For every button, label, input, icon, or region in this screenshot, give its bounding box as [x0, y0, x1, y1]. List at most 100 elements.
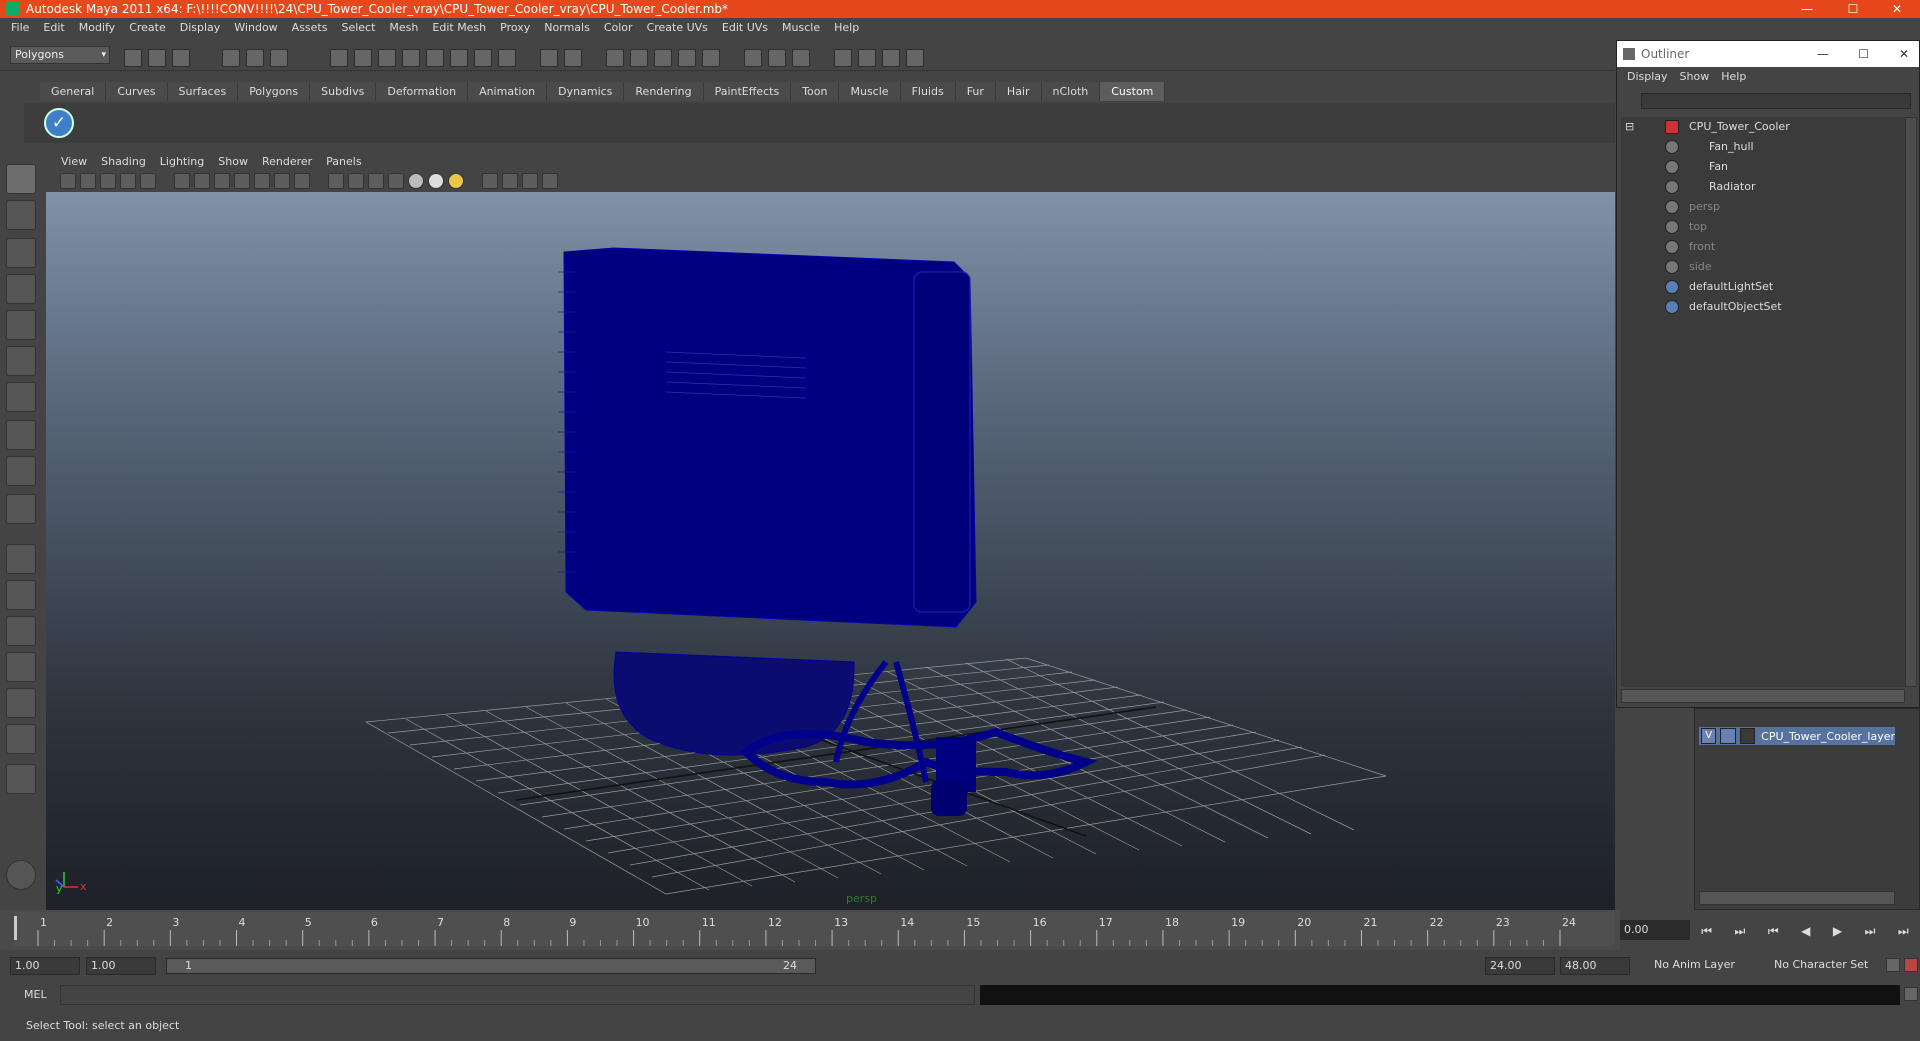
four-view-layout-icon[interactable]: [6, 580, 36, 610]
command-input[interactable]: [60, 985, 975, 1005]
paint-select-tool-icon[interactable]: [6, 238, 36, 268]
new-scene-icon[interactable]: [124, 49, 142, 67]
anim-layer-selector[interactable]: No Anim Layer: [1650, 957, 1760, 975]
play-forwards-button[interactable]: ▶: [1833, 924, 1842, 938]
close-button[interactable]: ✕: [1874, 0, 1920, 18]
xray-icon[interactable]: [274, 173, 290, 189]
camera-attributes-icon[interactable]: [80, 173, 96, 189]
preferences-icon[interactable]: [1904, 958, 1918, 972]
outliner-item[interactable]: Fan: [1665, 157, 1885, 177]
collapse-toggle-icon[interactable]: ⊟: [1625, 117, 1634, 137]
current-time-marker[interactable]: [14, 916, 17, 940]
select-misc-icon[interactable]: [498, 49, 516, 67]
menu-muscle[interactable]: Muscle: [775, 21, 827, 34]
select-object-icon[interactable]: [246, 49, 264, 67]
share-icon[interactable]: [542, 173, 558, 189]
textured-icon[interactable]: [294, 173, 310, 189]
range-slider[interactable]: 1 24: [166, 958, 816, 974]
menu-select[interactable]: Select: [334, 21, 382, 34]
command-language-label[interactable]: MEL: [24, 988, 47, 1001]
end-time-field[interactable]: 48.00: [1560, 957, 1630, 975]
outliner-vertical-scrollbar[interactable]: [1905, 117, 1917, 687]
more-layouts-icon[interactable]: [6, 764, 36, 794]
show-manipulator-icon[interactable]: [6, 456, 36, 486]
lasso-tool-icon[interactable]: [6, 200, 36, 230]
viewport-menu-show[interactable]: Show: [211, 155, 255, 168]
shelf-tab-fluids[interactable]: Fluids: [900, 82, 956, 101]
selected-lights-icon[interactable]: [448, 173, 464, 189]
shelf-tab-rendering[interactable]: Rendering: [624, 82, 704, 101]
outliner-minimize-button[interactable]: —: [1817, 41, 1829, 67]
make-live-icon[interactable]: [702, 49, 720, 67]
snap-curve-icon[interactable]: [630, 49, 648, 67]
default-light-icon[interactable]: [408, 173, 424, 189]
outliner-item[interactable]: top: [1665, 217, 1885, 237]
script-editor-icon[interactable]: [1904, 987, 1918, 1001]
key-icon[interactable]: [1886, 958, 1900, 972]
layer-scrollbar[interactable]: [1699, 891, 1895, 905]
outliner-item[interactable]: Radiator: [1665, 177, 1885, 197]
outliner-item[interactable]: persp: [1665, 197, 1885, 217]
current-time-field[interactable]: 0.00: [1620, 920, 1690, 940]
viewport-menu-shading[interactable]: Shading: [94, 155, 153, 168]
last-tool-icon[interactable]: [6, 494, 36, 524]
rotate-tool-icon[interactable]: [6, 310, 36, 340]
open-scene-icon[interactable]: [148, 49, 166, 67]
layer-type-toggle[interactable]: [1720, 728, 1736, 744]
save-scene-icon[interactable]: [172, 49, 190, 67]
outliner-menu-show[interactable]: Show: [1674, 70, 1716, 83]
render-view-icon[interactable]: [834, 49, 852, 67]
minimize-button[interactable]: —: [1784, 0, 1830, 18]
shelf-tab-toon[interactable]: Toon: [791, 82, 840, 101]
menu-mesh[interactable]: Mesh: [382, 21, 425, 34]
render-settings-icon[interactable]: [906, 49, 924, 67]
step-back-frame-button[interactable]: ⏮: [1768, 924, 1779, 939]
step-back-key-button[interactable]: ⏭: [1735, 924, 1746, 939]
select-tool-icon[interactable]: [6, 164, 36, 194]
shelf-tab-fur[interactable]: Fur: [955, 82, 996, 101]
snap-grid-icon[interactable]: [606, 49, 624, 67]
ipr-render-icon[interactable]: [882, 49, 900, 67]
layer-color-swatch[interactable]: [1739, 728, 1756, 744]
persp-graph-layout-icon[interactable]: [6, 652, 36, 682]
shelf-tab-ncloth[interactable]: nCloth: [1041, 82, 1101, 101]
move-tool-icon[interactable]: [6, 274, 36, 304]
paint-effects-icon[interactable]: [6, 860, 36, 890]
history-icon[interactable]: [744, 49, 762, 67]
step-forward-key-button[interactable]: ⏭: [1865, 924, 1876, 939]
outliner-menu-display[interactable]: Display: [1621, 70, 1674, 83]
select-handle-icon[interactable]: [330, 49, 348, 67]
bookmarks-icon[interactable]: [100, 173, 116, 189]
outliner-horizontal-scrollbar[interactable]: [1621, 689, 1905, 703]
film-gate-icon[interactable]: [522, 173, 538, 189]
viewport-menu-view[interactable]: View: [54, 155, 94, 168]
bounding-box-icon[interactable]: [234, 173, 250, 189]
select-surface-icon[interactable]: [402, 49, 420, 67]
playback-end-field[interactable]: 24.00: [1485, 957, 1555, 975]
menu-file[interactable]: File: [4, 21, 36, 34]
cpu-tower-cooler-model[interactable]: [558, 247, 1098, 816]
menu-window[interactable]: Window: [227, 21, 284, 34]
flat-shade-icon[interactable]: [214, 173, 230, 189]
shelf-tab-painteffects[interactable]: PaintEffects: [703, 82, 792, 101]
menu-modify[interactable]: Modify: [72, 21, 122, 34]
shelf-tab-hair[interactable]: Hair: [995, 82, 1042, 101]
highlight-selection-icon[interactable]: [564, 49, 582, 67]
shelf-tab-custom[interactable]: Custom: [1100, 82, 1166, 101]
shelf-tab-curves[interactable]: Curves: [106, 82, 168, 101]
outliner-item[interactable]: front: [1665, 237, 1885, 257]
smooth-shade-icon[interactable]: [194, 173, 210, 189]
resolution-gate-icon[interactable]: [502, 173, 518, 189]
outputs-icon[interactable]: [768, 49, 786, 67]
checkmark-icon[interactable]: ✓: [44, 108, 74, 138]
menu-edit-uvs[interactable]: Edit UVs: [715, 21, 775, 34]
snap-view-plane-icon[interactable]: [678, 49, 696, 67]
shelf-tab-deformation[interactable]: Deformation: [376, 82, 469, 101]
time-slider[interactable]: 1 2 3 4 5 6 7 8 9 10 11 12 13 14 15 16 17 18 19 20 21 22 23 24: [0, 910, 1620, 950]
menu-help[interactable]: Help: [827, 21, 866, 34]
persp-outliner-layout-icon[interactable]: [6, 616, 36, 646]
outliner-menu-help[interactable]: Help: [1715, 70, 1752, 83]
grid-toggle-icon[interactable]: [140, 173, 156, 189]
camera-select-icon[interactable]: [60, 173, 76, 189]
shelf-tab-surfaces[interactable]: Surfaces: [167, 82, 239, 101]
